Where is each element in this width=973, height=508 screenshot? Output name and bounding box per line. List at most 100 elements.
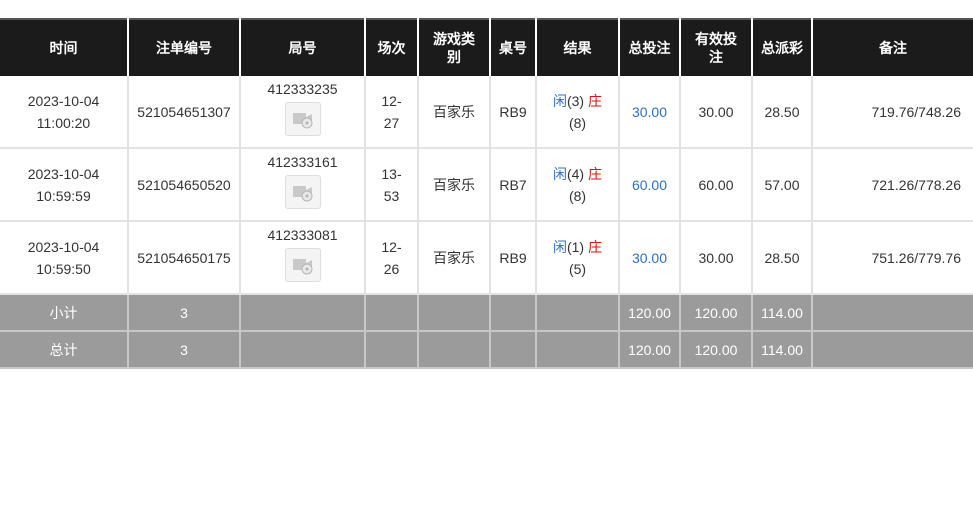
player-label: 闲 [552,165,567,182]
empty-cell [490,331,537,369]
empty-cell [418,294,491,332]
banker-score: (8) [568,114,587,131]
game-type-cell: 百家乐 [418,76,491,149]
col-header-time: 时间 [0,18,129,76]
empty-cell [365,331,419,369]
col-header-payout: 总派彩 [752,18,813,76]
round-cell: 412333235 [240,76,366,149]
time-cell: 2023-10-04 11:00:20 [0,76,129,149]
table-row: 2023-10-04 10:59:50 521054650175 41233308… [0,221,973,295]
session-part-a: 12- [381,238,402,255]
time-text: 11:00:20 [36,114,91,131]
table-no-cell: RB7 [490,148,537,222]
game-type-cell: 百家乐 [418,221,491,295]
col-header-table-no: 桌号 [490,18,537,76]
session-part-a: 12- [381,92,402,109]
session-part-b: 26 [383,260,400,277]
player-score: (1) [566,238,585,255]
result-cell: 闲(3) 庄 (8) [536,76,620,149]
payout-cell: 28.50 [752,221,813,295]
remark-cell: 751.26/779.76 [812,221,973,295]
session-part-a: 13- [381,165,402,182]
banker-score: (8) [568,187,587,204]
grand-total-count: 3 [128,331,241,369]
empty-cell [812,331,973,369]
table-no-cell: RB9 [490,221,537,295]
table-row: 2023-10-04 11:00:20 521054651307 41233323… [0,76,973,149]
empty-cell [812,294,973,332]
empty-cell [490,294,537,332]
round-cell: 412333161 [240,148,366,222]
col-header-remark: 备注 [812,18,973,76]
table-no-cell: RB9 [490,76,537,149]
remark-cell: 719.76/748.26 [812,76,973,149]
grand-total-payout: 114.00 [752,331,813,369]
player-score: (4) [566,165,585,182]
session-cell: 13- 53 [365,148,419,222]
session-part-b: 53 [383,187,400,204]
table-header-row: 时间 注单编号 局号 场次 游戏类别 桌号 结果 总投注 有效投注 总派彩 备注 [0,18,973,76]
date-text: 2023-10-04 [27,92,100,109]
subtotal-payout: 114.00 [752,294,813,332]
col-header-game-type: 游戏类别 [418,18,491,76]
valid-bet-cell: 30.00 [680,221,753,295]
round-id: 412333235 [267,80,338,97]
col-header-bet-no: 注单编号 [128,18,241,76]
empty-cell [536,331,620,369]
result-cell: 闲(4) 庄 (8) [536,148,620,222]
grand-total-label: 总计 [0,331,129,369]
empty-cell [240,294,366,332]
result-cell: 闲(1) 庄 (5) [536,221,620,295]
session-cell: 12- 26 [365,221,419,295]
video-replay-icon[interactable] [284,247,321,282]
game-type-header-text: 游戏类别 [433,31,475,65]
total-bet-link[interactable]: 60.00 [619,148,681,222]
remark-cell: 721.26/778.26 [812,148,973,222]
time-text: 10:59:59 [36,187,91,204]
date-text: 2023-10-04 [27,238,100,255]
subtotal-count: 3 [128,294,241,332]
banker-label: 庄 [588,238,602,255]
time-cell: 2023-10-04 10:59:59 [0,148,129,222]
payout-cell: 57.00 [752,148,813,222]
video-replay-icon[interactable] [284,101,321,136]
round-id: 412333161 [267,153,338,170]
empty-cell [365,294,419,332]
valid-bet-cell: 30.00 [680,76,753,149]
table-row: 2023-10-04 10:59:59 521054650520 41233316… [0,148,973,222]
banker-label: 庄 [588,165,602,182]
valid-bet-cell: 60.00 [680,148,753,222]
bet-no-cell: 521054650175 [128,221,241,295]
subtotal-row: 小计 3 120.00 120.00 114.00 [0,294,973,332]
empty-cell [418,331,491,369]
banker-label: 庄 [588,92,602,109]
col-header-result: 结果 [536,18,620,76]
round-id: 412333081 [267,226,338,243]
bet-no-cell: 521054650520 [128,148,241,222]
bet-records-table: 时间 注单编号 局号 场次 游戏类别 桌号 结果 总投注 有效投注 总派彩 备注… [0,18,973,369]
banker-score: (5) [568,260,587,277]
grand-total-total-bet: 120.00 [619,331,681,369]
round-cell: 412333081 [240,221,366,295]
player-label: 闲 [552,238,567,255]
total-bet-link[interactable]: 30.00 [619,76,681,149]
empty-cell [240,331,366,369]
time-cell: 2023-10-04 10:59:50 [0,221,129,295]
col-header-round: 局号 [240,18,366,76]
col-header-valid-bet: 有效投注 [680,18,753,76]
session-part-b: 27 [383,114,400,131]
total-bet-link[interactable]: 30.00 [619,221,681,295]
video-replay-icon[interactable] [284,174,321,209]
grand-total-row: 总计 3 120.00 120.00 114.00 [0,331,973,369]
date-text: 2023-10-04 [27,165,100,182]
empty-cell [536,294,620,332]
payout-cell: 28.50 [752,76,813,149]
player-score: (3) [566,92,585,109]
valid-bet-header-text: 有效投注 [695,31,737,65]
bet-no-cell: 521054651307 [128,76,241,149]
player-label: 闲 [552,92,567,109]
game-type-cell: 百家乐 [418,148,491,222]
time-text: 10:59:50 [36,260,91,277]
col-header-session: 场次 [365,18,419,76]
grand-total-valid-bet: 120.00 [680,331,753,369]
